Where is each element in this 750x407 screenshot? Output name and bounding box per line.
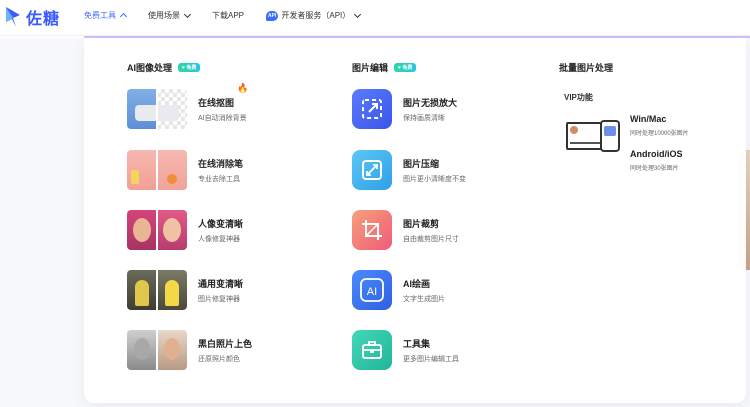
- nav-developer-api-label: 开发者服务（API）: [281, 11, 351, 20]
- vip-feature-label: VIP功能: [564, 93, 593, 102]
- edit-column-title-text: 图片编辑: [352, 63, 389, 73]
- platform-mobile-name[interactable]: Android/iOS: [630, 149, 683, 159]
- tool-title: 工具集: [403, 338, 431, 349]
- sofa-thumb: [127, 89, 187, 129]
- tool-colorize-photo[interactable]: 黑白照片上色 还原照片颜色: [127, 330, 252, 370]
- nav-download-app-label: 下载APP: [212, 11, 245, 20]
- enlarge-icon: [352, 89, 392, 129]
- svg-text:AI: AI: [367, 286, 377, 298]
- nav-use-cases[interactable]: 使用场景: [148, 10, 192, 21]
- tool-title: 在线抠图: [198, 97, 235, 108]
- crop-icon: [352, 210, 392, 250]
- ai-column-title: AI图像处理 ♥ 免费: [127, 61, 201, 74]
- tool-desc: 专业去除工具: [198, 175, 240, 183]
- tool-desc: 图片修复神器: [198, 295, 240, 303]
- tool-title: 图片压缩: [403, 158, 440, 169]
- chevron-up-icon: [119, 12, 128, 21]
- free-tools-dropdown: AI图像处理 ♥ 免费 🔥 在线抠图 AI自动消除背景 在线消除笔 专业去除工具: [84, 38, 746, 403]
- tool-toolbox[interactable]: 工具集 更多图片编辑工具: [352, 330, 459, 370]
- tool-portrait-enhance[interactable]: 人像变清晰 人像修复神器: [127, 210, 243, 250]
- chevron-down-icon: [354, 10, 362, 18]
- tool-title: AI绘画: [403, 278, 431, 289]
- tool-title: 通用变清晰: [198, 278, 244, 289]
- platform-desktop-name[interactable]: Win/Mac: [630, 114, 666, 124]
- free-badge: ♥ 免费: [394, 63, 417, 72]
- platform-mobile-desc: 同时处理30张图片: [630, 166, 679, 172]
- hot-fire-icon: 🔥: [237, 83, 249, 93]
- toolbox-icon: [352, 330, 392, 370]
- tool-image-upscale[interactable]: 图片无损放大 保持画质清晰: [352, 89, 457, 129]
- free-badge: ♥ 免费: [178, 63, 201, 72]
- tool-desc: 还原照片颜色: [198, 355, 240, 363]
- tool-title: 人像变清晰: [198, 218, 244, 229]
- nav-free-tools-label: 免费工具: [84, 11, 116, 20]
- ai-paint-icon: AI: [352, 270, 392, 310]
- tool-desc: 图片更小清晰度不变: [403, 175, 466, 183]
- batch-column-title-text: 批量图片处理: [559, 63, 614, 73]
- tool-magic-eraser[interactable]: 在线消除笔 专业去除工具: [127, 150, 243, 190]
- tool-remove-background[interactable]: 🔥 在线抠图 AI自动消除背景: [127, 83, 248, 129]
- ai-column-title-text: AI图像处理: [127, 63, 173, 73]
- tool-title: 图片裁剪: [403, 218, 440, 229]
- tool-desc: AI自动消除背景: [198, 114, 247, 122]
- main-nav: 免费工具 使用场景 下载APP API 开发者服务（API）: [84, 10, 382, 21]
- tool-title: 黑白照片上色: [198, 338, 253, 349]
- devices-illustration: [566, 120, 622, 154]
- tool-desc: 文字生成图片: [403, 295, 445, 303]
- tool-desc: 更多图片编辑工具: [403, 355, 459, 363]
- tool-general-enhance[interactable]: 通用变清晰 图片修复神器: [127, 270, 243, 310]
- tool-ai-painting[interactable]: AI AI绘画 文字生成图片: [352, 270, 445, 310]
- tool-desc: 自由裁剪图片尺寸: [403, 235, 459, 243]
- chevron-down-icon: [183, 10, 192, 18]
- tool-desc: 人像修复神器: [198, 235, 240, 243]
- portrait-thumb: [127, 210, 187, 250]
- tool-image-crop[interactable]: 图片裁剪 自由裁剪图片尺寸: [352, 210, 459, 250]
- top-navigation-bar: 佐糖 免费工具 使用场景 下载APP API 开发者服务（API）: [0, 0, 750, 36]
- batch-column-title: 批量图片处理: [559, 61, 613, 74]
- logo-icon: [6, 7, 20, 27]
- minion-thumb: [127, 270, 187, 310]
- api-cloud-icon: API: [266, 10, 279, 21]
- tool-image-compress[interactable]: 图片压缩 图片更小清晰度不变: [352, 150, 466, 190]
- logo-text: 佐糖: [26, 11, 61, 28]
- nav-use-cases-label: 使用场景: [148, 11, 180, 20]
- bw-photo-thumb: [127, 330, 187, 370]
- nav-download-app[interactable]: 下载APP: [212, 10, 244, 21]
- compress-icon: [352, 150, 392, 190]
- logo[interactable]: 佐糖: [4, 5, 60, 29]
- tool-desc: 保持画质清晰: [403, 114, 445, 122]
- tool-title: 图片无损放大: [403, 97, 458, 108]
- tool-title: 在线消除笔: [198, 158, 244, 169]
- edit-column-title: 图片编辑 ♥ 免费: [352, 61, 417, 74]
- nav-free-tools[interactable]: 免费工具: [84, 10, 128, 21]
- nav-developer-api[interactable]: API 开发者服务（API）: [266, 10, 362, 21]
- fruit-thumb: [127, 150, 187, 190]
- platform-desktop-desc: 同时处理10000张图片: [630, 131, 689, 137]
